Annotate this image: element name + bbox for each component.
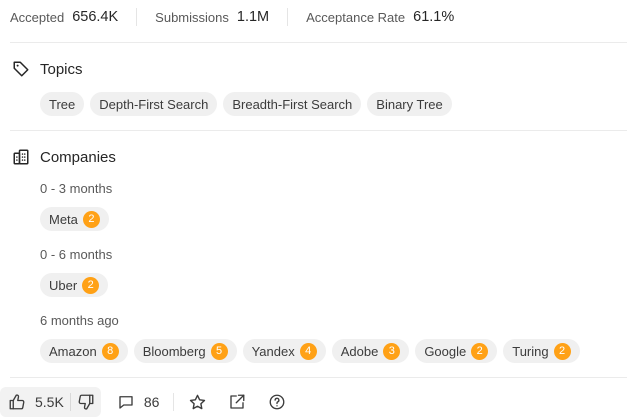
period-label: 6 months ago — [40, 313, 119, 328]
company-name: Yandex — [251, 343, 295, 359]
accepted-label: Accepted — [10, 9, 65, 25]
company-name: Bloomberg — [142, 343, 206, 359]
help-icon — [269, 394, 285, 410]
topics-header[interactable]: Topics — [12, 60, 83, 78]
company-tag-yandex[interactable]: Yandex 4 — [242, 339, 326, 363]
company-tag-uber[interactable]: Uber 2 — [40, 273, 109, 297]
company-name: Google — [424, 343, 467, 359]
divider — [10, 42, 627, 43]
footer-divider — [173, 393, 175, 411]
companies-header[interactable]: Companies — [12, 148, 116, 166]
company-name: Uber — [49, 277, 78, 293]
share-icon — [230, 394, 245, 409]
count-badge: 3 — [383, 342, 401, 360]
vote-group: 5.5K — [0, 387, 101, 417]
acceptance-rate-value: 61.1% — [413, 9, 455, 25]
tag-icon — [13, 61, 29, 77]
comments-button[interactable]: 86 — [117, 393, 160, 411]
dislike-button[interactable] — [77, 393, 95, 411]
stats-bar: Accepted 656.4K Submissions 1.1M Accepta… — [10, 7, 454, 27]
company-tag-google[interactable]: Google 2 — [415, 339, 498, 363]
like-button[interactable]: 5.5K — [8, 393, 64, 411]
vote-divider — [69, 393, 71, 411]
topic-tag[interactable]: Binary Tree — [367, 92, 452, 116]
company-tags: Amazon 8 Bloomberg 5 Yandex 4 Adobe 3 Go… — [40, 339, 586, 363]
companies-title: Companies — [40, 148, 116, 166]
topics-title: Topics — [40, 60, 83, 78]
count-badge: 2 — [471, 342, 489, 360]
comment-count: 86 — [143, 394, 160, 410]
star-icon — [190, 394, 206, 409]
submissions-label: Submissions — [155, 9, 229, 25]
company-tag-meta[interactable]: Meta 2 — [40, 207, 109, 231]
thumbs-down-icon — [78, 394, 94, 410]
company-tags: Uber 2 — [40, 273, 114, 297]
accepted-stat: Accepted 656.4K — [10, 9, 118, 25]
period-label: 0 - 6 months — [40, 247, 113, 262]
divider — [10, 377, 627, 378]
company-tag-adobe[interactable]: Adobe 3 — [331, 339, 410, 363]
stat-divider — [136, 8, 138, 26]
topic-tag[interactable]: Tree — [40, 92, 85, 116]
company-tag-amazon[interactable]: Amazon 8 — [40, 339, 128, 363]
company-name: Adobe — [340, 343, 379, 359]
topic-tag[interactable]: Depth-First Search — [90, 92, 218, 116]
count-badge: 4 — [299, 342, 317, 360]
favorite-button[interactable] — [188, 393, 207, 412]
count-badge: 8 — [101, 342, 119, 360]
accepted-value: 656.4K — [72, 9, 119, 25]
count-badge: 5 — [210, 342, 228, 360]
company-tags: Meta 2 — [40, 207, 115, 231]
acceptance-rate-stat: Acceptance Rate 61.1% — [306, 9, 454, 25]
thumbs-up-icon — [9, 394, 25, 410]
stat-divider — [287, 8, 289, 26]
divider — [10, 130, 627, 131]
period-label: 0 - 3 months — [40, 181, 113, 196]
count-badge: 2 — [553, 342, 571, 360]
topic-tags: Tree Depth-First Search Breadth-First Se… — [40, 92, 458, 116]
submissions-stat: Submissions 1.1M — [155, 9, 269, 25]
company-name: Amazon — [49, 343, 97, 359]
count-badge: 2 — [82, 210, 100, 228]
share-button[interactable] — [228, 393, 246, 411]
like-count: 5.5K — [35, 394, 64, 410]
count-badge: 2 — [82, 276, 100, 294]
comment-icon — [119, 396, 133, 409]
help-button[interactable] — [268, 393, 286, 411]
company-name: Turing — [512, 343, 549, 359]
action-bar: 5.5K 86 — [0, 386, 286, 418]
company-tag-turing[interactable]: Turing 2 — [503, 339, 580, 363]
topic-tag[interactable]: Breadth-First Search — [223, 92, 362, 116]
submissions-value: 1.1M — [236, 9, 270, 25]
company-tag-bloomberg[interactable]: Bloomberg 5 — [133, 339, 237, 363]
building-icon — [13, 149, 29, 165]
acceptance-rate-label: Acceptance Rate — [306, 9, 406, 25]
company-name: Meta — [49, 211, 78, 227]
